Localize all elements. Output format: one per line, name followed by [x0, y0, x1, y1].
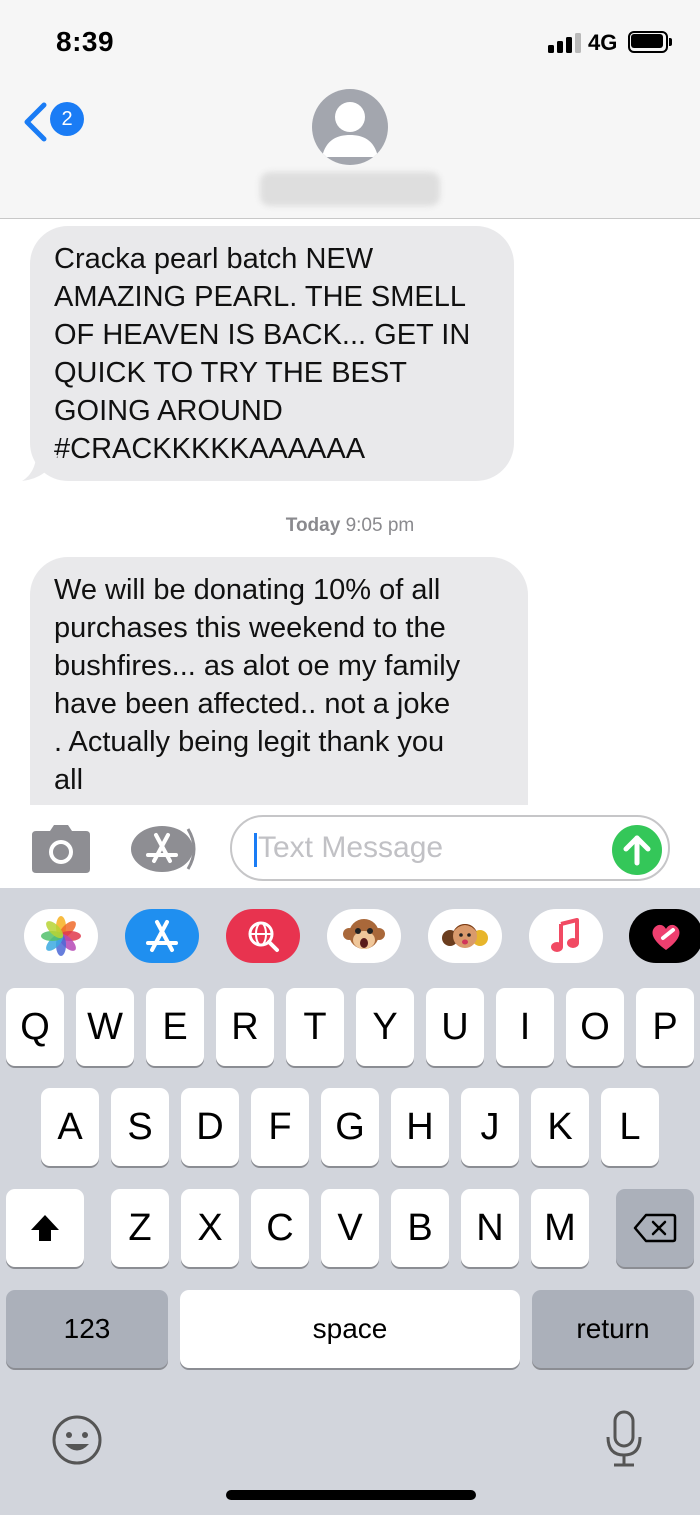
emoji-button[interactable] [50, 1413, 104, 1467]
apps-button[interactable] [130, 825, 198, 873]
arrow-up-icon [623, 835, 651, 866]
key-n[interactable]: N [461, 1189, 519, 1267]
person-icon [322, 102, 378, 157]
battery-icon [628, 31, 672, 53]
emoji-icon [52, 1415, 102, 1465]
camera-icon [32, 825, 90, 873]
numbers-key[interactable]: 123 [6, 1290, 168, 1368]
shift-key[interactable] [6, 1189, 84, 1267]
key-r[interactable]: R [216, 988, 274, 1066]
key-e[interactable]: E [146, 988, 204, 1066]
key-g[interactable]: G [321, 1088, 379, 1166]
microphone-icon [606, 1410, 642, 1467]
imessage-app-drawer [0, 888, 700, 985]
key-m[interactable]: M [531, 1189, 589, 1267]
compose-bar: Text Message [0, 805, 700, 888]
key-y[interactable]: Y [356, 988, 414, 1066]
web-search-app-button[interactable] [226, 909, 300, 963]
key-o[interactable]: O [566, 988, 624, 1066]
contact-avatar[interactable] [312, 89, 388, 165]
key-z[interactable]: Z [111, 1189, 169, 1267]
heart-icon [652, 924, 680, 950]
key-f[interactable]: F [251, 1088, 309, 1166]
message-bubble-received[interactable]: Cracka pearl batch NEW AMAZING PEARL. TH… [30, 226, 514, 481]
delete-key[interactable] [616, 1189, 694, 1267]
return-key[interactable]: return [532, 1290, 694, 1368]
key-i[interactable]: I [496, 988, 554, 1066]
key-a[interactable]: A [41, 1088, 99, 1166]
space-key[interactable]: space [180, 1290, 520, 1368]
digital-touch-app-button[interactable] [629, 909, 700, 963]
key-l[interactable]: L [601, 1088, 659, 1166]
status-time: 8:39 [56, 26, 115, 57]
shift-arrow-icon [31, 1215, 59, 1241]
key-q[interactable]: Q [6, 988, 64, 1066]
key-p[interactable]: P [636, 988, 694, 1066]
key-t[interactable]: T [286, 988, 344, 1066]
network-type: 4G [588, 30, 618, 55]
memoji-app-button[interactable] [428, 909, 502, 963]
monkey-icon [343, 919, 385, 949]
timestamp-day: Today [285, 515, 341, 536]
app-store-icon [146, 920, 178, 952]
message-placeholder: Text Message [258, 831, 444, 864]
keyboard: Q W E R T Y U I O P A S D F G H J K L Z … [0, 985, 700, 1515]
key-d[interactable]: D [181, 1088, 239, 1166]
key-k[interactable]: K [531, 1088, 589, 1166]
camera-button[interactable] [30, 825, 92, 873]
key-w[interactable]: W [76, 988, 134, 1066]
music-note-icon [551, 918, 579, 952]
photos-icon [41, 916, 81, 956]
app-store-icon [131, 826, 196, 872]
animoji-app-button[interactable] [327, 909, 401, 963]
globe-search-icon [248, 921, 279, 952]
photos-app-button[interactable] [24, 909, 98, 963]
bubble-tail [22, 455, 58, 481]
key-u[interactable]: U [426, 988, 484, 1066]
key-v[interactable]: V [321, 1189, 379, 1267]
key-s[interactable]: S [111, 1088, 169, 1166]
home-indicator[interactable] [226, 1490, 476, 1500]
message-bubble-received[interactable]: We will be donating 10% of all purchases… [30, 557, 528, 809]
cellular-signal-icon [548, 33, 582, 53]
status-bar: 8:39 4G [0, 0, 700, 80]
key-h[interactable]: H [391, 1088, 449, 1166]
conversation-header: 2 [0, 80, 700, 219]
timestamp-time: 9:05 pm [345, 515, 415, 536]
chevron-left-icon [24, 102, 47, 142]
music-app-button[interactable] [529, 909, 603, 963]
key-x[interactable]: X [181, 1189, 239, 1267]
key-c[interactable]: C [251, 1189, 309, 1267]
message-timestamp: Today 9:05 pm [0, 515, 700, 537]
key-b[interactable]: B [391, 1189, 449, 1267]
message-input[interactable]: Text Message [230, 815, 670, 881]
back-button[interactable]: 2 [22, 100, 88, 144]
key-j[interactable]: J [461, 1088, 519, 1166]
send-button[interactable] [612, 825, 662, 875]
contact-name-redacted[interactable] [260, 172, 440, 206]
unread-badge: 2 [50, 102, 84, 136]
backspace-icon [633, 1213, 677, 1243]
app-store-app-button[interactable] [125, 909, 199, 963]
memoji-icon [442, 924, 488, 948]
text-cursor [254, 833, 257, 867]
dictation-button[interactable] [602, 1409, 646, 1469]
